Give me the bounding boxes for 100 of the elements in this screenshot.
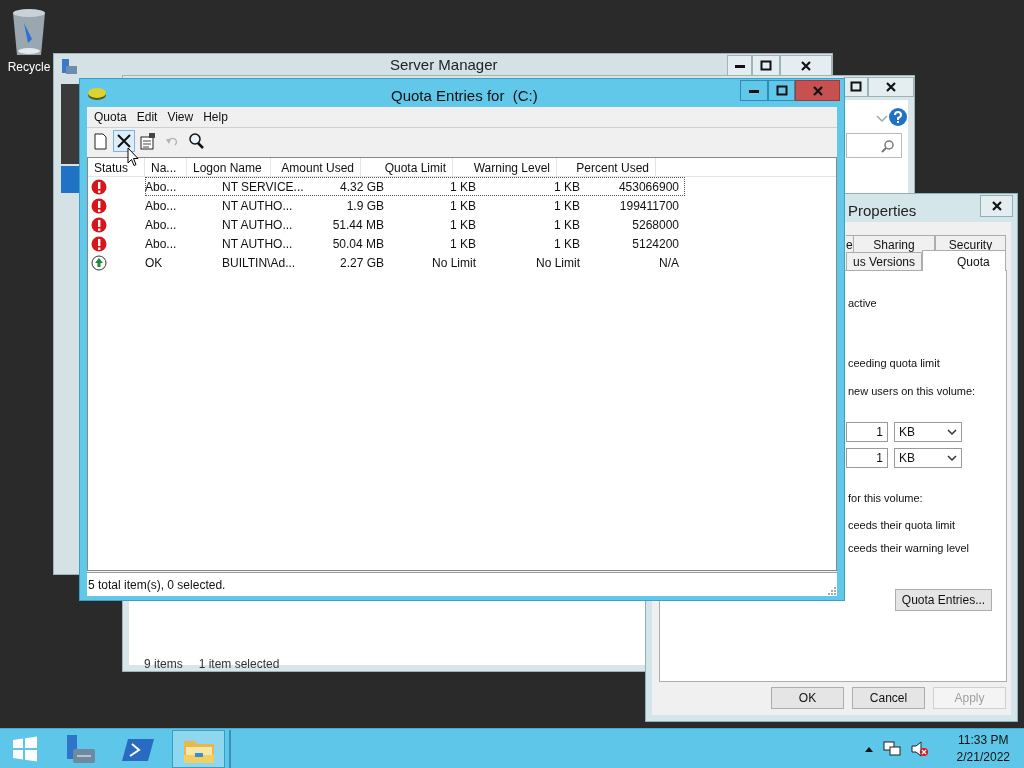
menu-item[interactable]: View: [162, 108, 199, 126]
menu-item[interactable]: Help: [198, 108, 233, 126]
number-field[interactable]: 1: [846, 422, 888, 442]
close-button[interactable]: [780, 55, 832, 76]
option-label: ceeds their warning level: [848, 541, 970, 556]
menu-item[interactable]: Quota: [89, 108, 132, 126]
column-header[interactable]: Logon Name: [187, 158, 271, 177]
table-row[interactable]: Abo... NT AUTHO... 50.04 MB 1 KB 1 KB 5124200: [145, 234, 685, 253]
table-cell-text: 51.44 MB: [331, 216, 385, 234]
table-cell-text: No Limit: [431, 254, 477, 272]
search-icon: [187, 132, 205, 150]
close-icon: [811, 84, 824, 97]
error-icon: [91, 197, 107, 214]
table-row[interactable]: Abo... NT AUTHO... 51.44 MB 1 KB 1 KB 5268000: [145, 215, 685, 234]
table-cell-text: 1 KB: [553, 178, 581, 196]
close-icon: [885, 81, 897, 93]
table-cell-text: N/A: [658, 254, 680, 272]
icon-label[interactable]: Recycle: [7, 61, 51, 73]
close-icon: [990, 200, 1003, 212]
focused-row[interactable]: Abo... NT SERVICE... 4.32 GB 1 KB 1 KB 453066900: [145, 177, 685, 196]
table-cell-text: No Limit: [535, 254, 581, 272]
windows-logo-icon: [12, 735, 38, 762]
column-header[interactable]: Quota Limit: [361, 158, 453, 177]
table-cell-text: 1 KB: [449, 197, 477, 215]
close-icon: [800, 59, 812, 72]
option-label: new users on this volume:: [848, 384, 976, 399]
option-label: active: [848, 296, 877, 311]
table-cell-text: 1 KB: [449, 235, 477, 253]
dialog-button[interactable]: Cancel: [852, 687, 925, 709]
table-cell-text: 1 KB: [449, 178, 477, 196]
error-icon: [91, 235, 107, 252]
table-cell-text: 453066900: [617, 178, 680, 196]
status-text: 1 item selected: [198, 656, 280, 673]
minimize-button[interactable]: [727, 55, 752, 76]
quota-entries-button[interactable]: Quota Entries...: [895, 589, 992, 611]
new-page-icon: [91, 132, 109, 150]
disk-icon: [87, 87, 107, 101]
unit-dropdown[interactable]: KB: [894, 448, 962, 468]
status-text: 5 total item(s), 0 selected.: [87, 576, 226, 594]
table-cell-text: 1 KB: [553, 235, 581, 253]
option-label: ceeding quota limit: [848, 356, 940, 371]
table-cell-text: NT AUTHO...: [221, 197, 294, 215]
maximize-button[interactable]: [768, 80, 795, 101]
table-cell-text: 50.04 MB: [331, 235, 385, 253]
chevron-down-icon: [947, 428, 957, 436]
table-cell-text: Abo...: [145, 178, 174, 196]
muted-speaker-icon[interactable]: [910, 740, 929, 757]
close-button[interactable]: [980, 195, 1013, 217]
error-icon: [91, 216, 107, 233]
caret-up-icon[interactable]: [864, 745, 873, 752]
tab[interactable]: Quota: [922, 250, 1006, 271]
table-cell-text: BUILTIN\Ad...: [221, 254, 297, 272]
table-cell-text: 1 KB: [553, 216, 581, 234]
delete-icon: [115, 132, 133, 150]
dialog-title: Properties: [848, 201, 917, 221]
table-row[interactable]: OK BUILTIN\Ad... 2.27 GB No Limit No Limit N/A: [145, 253, 685, 272]
table-cell-text: 5124200: [631, 235, 680, 253]
resize-grip-icon[interactable]: [828, 587, 836, 595]
network-icon[interactable]: [882, 740, 901, 757]
table-cell-text: 199411700: [618, 197, 680, 215]
table-cell-text: 1.9 GB: [345, 197, 385, 215]
minimize-button[interactable]: [740, 80, 768, 101]
window-title: Quota Entries for (C:): [391, 86, 538, 106]
option-label: ceeds their quota limit: [848, 518, 955, 533]
clock[interactable]: 11:33 PM 2/21/2022: [956, 731, 1010, 766]
maximize-icon: [775, 84, 788, 97]
table-row[interactable]: Abo... NT AUTHO... 1.9 GB 1 KB 1 KB 199411700: [145, 196, 685, 215]
column-header[interactable]: Warning Level: [453, 158, 557, 177]
table-cell-text: OK: [145, 254, 164, 272]
dropdown-value: KB: [899, 424, 915, 441]
table-cell-text: NT AUTHO...: [221, 216, 294, 234]
search-field[interactable]: [846, 133, 902, 158]
maximize-icon: [850, 81, 862, 93]
close-button[interactable]: [868, 77, 914, 97]
maximize-icon: [760, 59, 772, 72]
dialog-button[interactable]: OK: [771, 687, 844, 709]
option-label: for this volume:: [848, 491, 923, 506]
server-icon: [60, 58, 78, 76]
maximize-button[interactable]: [752, 55, 780, 76]
column-header[interactable]: Amount Used: [271, 158, 361, 177]
dropdown-value: KB: [899, 450, 915, 467]
window-title: Server Manager: [390, 56, 498, 73]
table-cell-text: 1 KB: [449, 216, 477, 234]
table-cell-text: 4.32 GB: [338, 178, 385, 196]
table-cell-text: Abo...: [145, 216, 174, 234]
table-cell-text: 1 KB: [553, 197, 581, 215]
ok-icon: [91, 254, 107, 271]
table-cell-text: Abo...: [145, 197, 174, 215]
column-header[interactable]: Percent Used: [557, 158, 656, 177]
chevron-down-icon: [947, 454, 957, 462]
table-cell-text: NT AUTHO...: [221, 235, 294, 253]
column-header[interactable]: Na...: [145, 158, 187, 177]
delete-button[interactable]: [113, 130, 135, 152]
maximize-button[interactable]: [844, 77, 868, 97]
status-text: 9 items: [144, 656, 183, 673]
search-icon: [881, 139, 895, 153]
unit-dropdown[interactable]: KB: [894, 422, 962, 442]
help-icon[interactable]: [889, 108, 907, 126]
menu-item[interactable]: Edit: [131, 108, 163, 126]
number-field[interactable]: 1: [846, 448, 888, 468]
